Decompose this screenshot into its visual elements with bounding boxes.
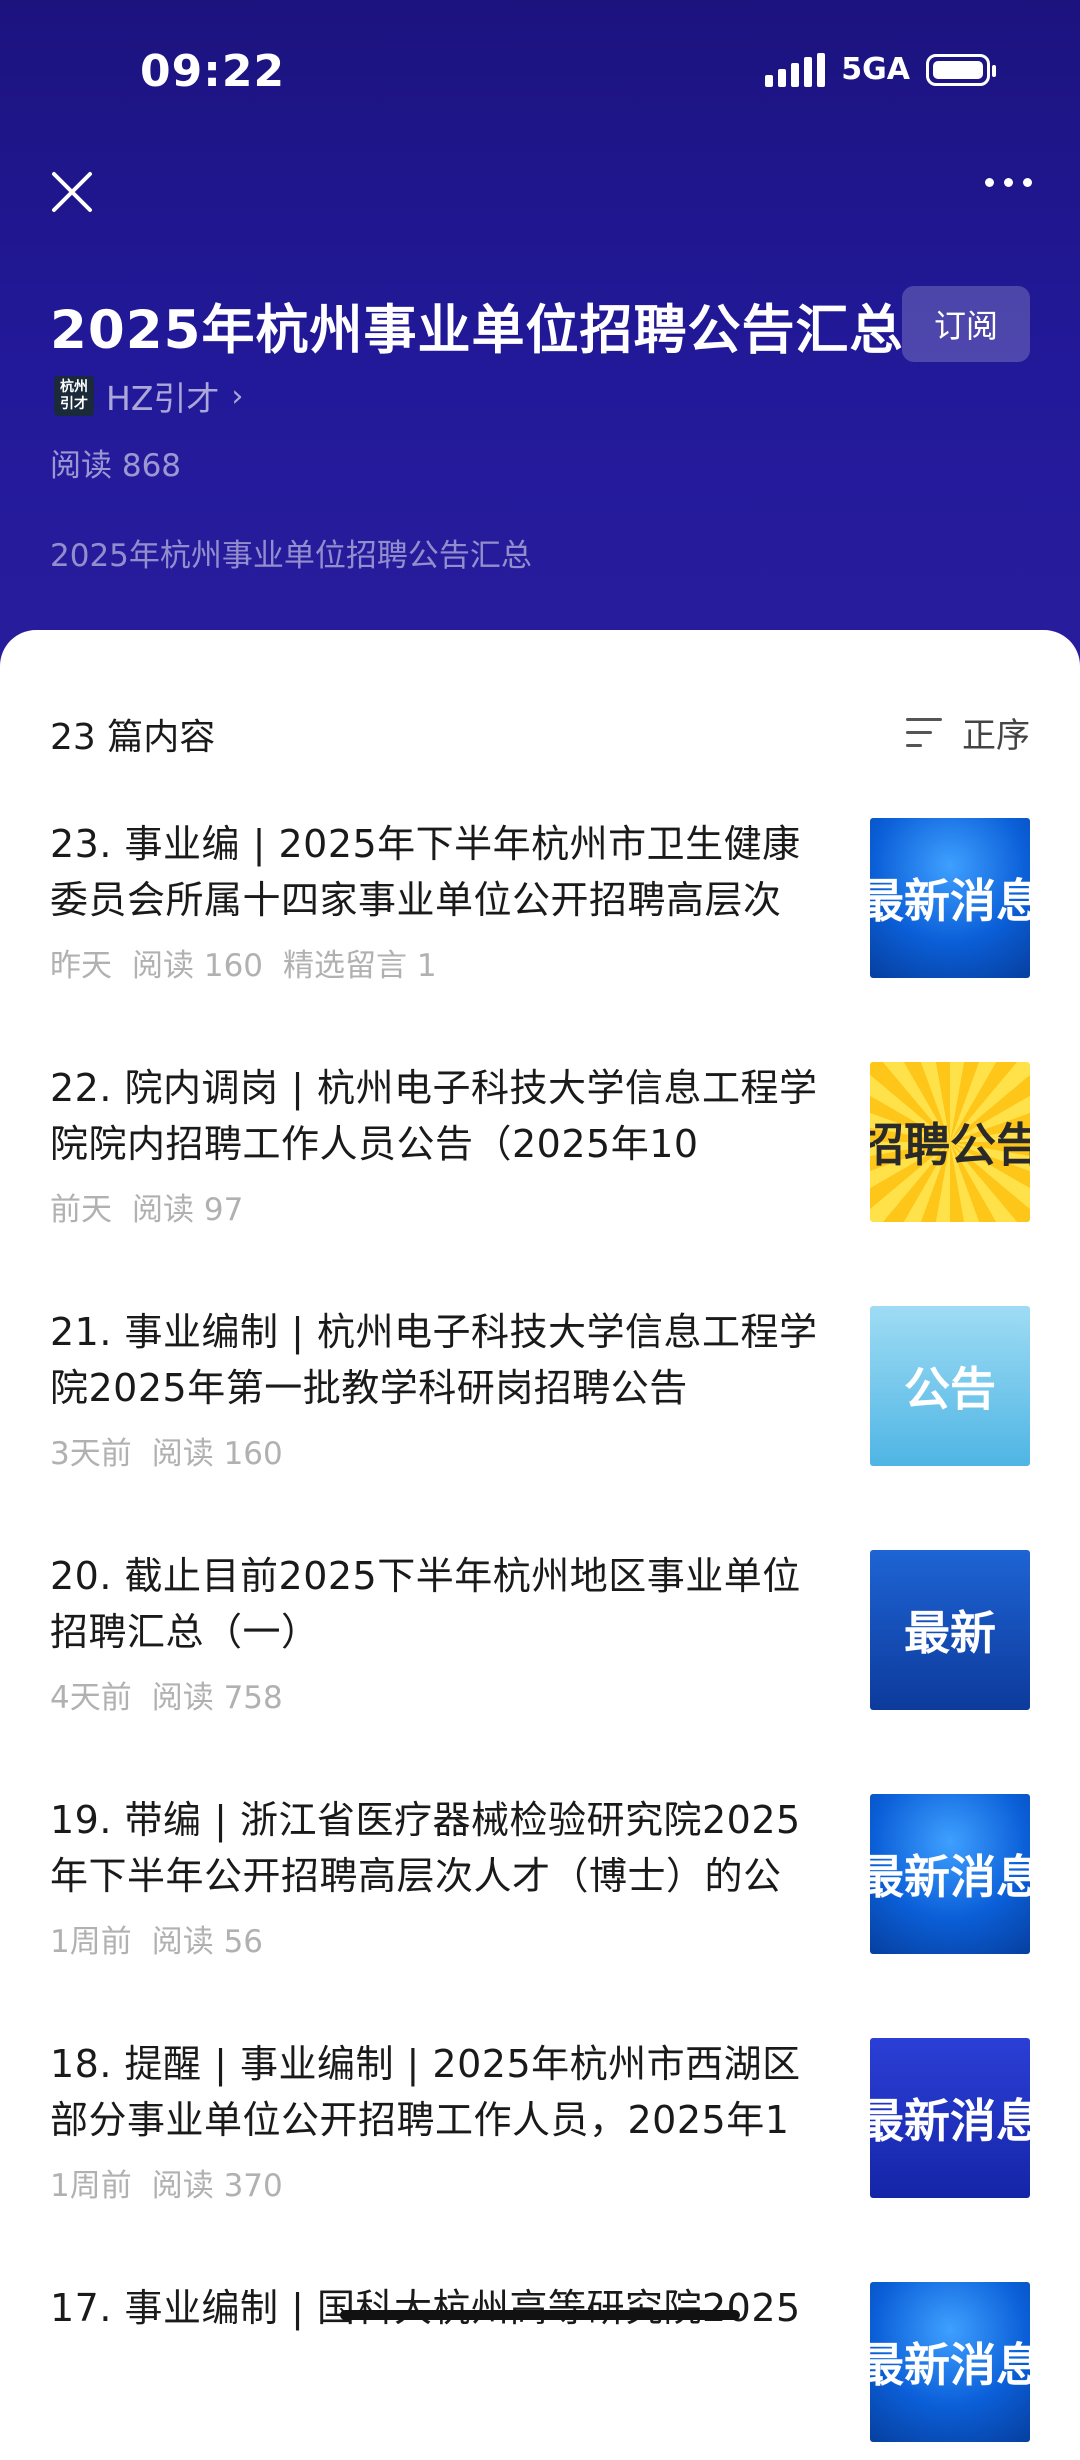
status-bar-right: 5GA [765, 52, 996, 87]
item-meta: 前天 阅读 97 [50, 1192, 244, 1228]
page-title: 2025年杭州事业单位招聘公告汇总 [50, 300, 904, 361]
close-icon[interactable] [48, 168, 96, 216]
item-title: 17. 事业编制 | 国科大杭州高等研究院2025 [50, 2286, 801, 2330]
sort-button[interactable]: 正序 [906, 708, 1030, 757]
network-label: 5GA [841, 52, 910, 87]
list-item[interactable]: 17. 事业编制 | 国科大杭州高等研究院2025 最新消息 [50, 2280, 1030, 2460]
subscribe-button[interactable]: 订阅 [902, 286, 1030, 362]
item-thumbnail: 最新消息 [870, 1794, 1030, 1954]
item-thumbnail: 最新 [870, 1550, 1030, 1710]
list-item[interactable]: 20. 截止目前2025下半年杭州地区事业单位招聘汇总（一） 4天前 阅读 758… [50, 1548, 1030, 1728]
item-thumbnail: 最新消息 [870, 2282, 1030, 2442]
status-time: 09:22 [140, 46, 286, 97]
item-title: 19. 带编 | 浙江省医疗器械检验研究院2025年下半年公开招聘高层次人才（博… [50, 1798, 801, 1898]
list-item[interactable]: 18. 提醒 | 事业编制 | 2025年杭州市西湖区部分事业单位公开招聘工作人… [50, 2036, 1030, 2216]
item-thumbnail: 公告 [870, 1306, 1030, 1466]
item-thumbnail: 招聘公告 [870, 1062, 1030, 1222]
list-item[interactable]: 19. 带编 | 浙江省医疗器械检验研究院2025年下半年公开招聘高层次人才（博… [50, 1792, 1030, 1972]
header-hero: 09:22 5GA 2025年杭州事业单位招聘公告汇总 订阅 杭州 引才 HZ引… [0, 0, 1080, 680]
author-name: HZ引才 [106, 379, 220, 418]
list-item[interactable]: 21. 事业编制 | 杭州电子科技大学信息工程学院2025年第一批教学科研岗招聘… [50, 1304, 1030, 1484]
item-thumbnail: 最新消息 [870, 818, 1030, 978]
more-icon[interactable] [985, 178, 1032, 187]
item-title: 21. 事业编制 | 杭州电子科技大学信息工程学院2025年第一批教学科研岗招聘… [50, 1310, 818, 1410]
item-title: 23. 事业编 | 2025年下半年杭州市卫生健康委员会所属十四家事业单位公开招… [50, 822, 801, 922]
sort-icon [906, 716, 946, 750]
battery-icon [926, 53, 996, 86]
author-link[interactable]: 杭州 引才 HZ引才 › [54, 372, 243, 420]
chevron-right-icon: › [231, 378, 244, 414]
sort-label: 正序 [962, 716, 1030, 756]
home-indicator [340, 2310, 740, 2320]
item-meta: 3天前 阅读 160 [50, 1436, 283, 1472]
item-title: 22. 院内调岗 | 杭州电子科技大学信息工程学院院内招聘工作人员公告（2025… [50, 1066, 818, 1166]
item-meta: 1周前 阅读 56 [50, 1924, 264, 1960]
item-meta: 1周前 阅读 370 [50, 2168, 283, 2204]
article-count: 23 篇内容 [50, 717, 216, 758]
content-sheet: 23 篇内容 正序 23. 事业编 | 2025年下半年杭州市卫生健康委员会所属… [0, 630, 1080, 2442]
signal-icon [765, 52, 826, 87]
read-count: 阅读 868 [50, 448, 182, 484]
item-title: 18. 提醒 | 事业编制 | 2025年杭州市西湖区部分事业单位公开招聘工作人… [50, 2042, 801, 2142]
author-logo: 杭州 引才 [54, 376, 94, 416]
collection-description: 2025年杭州事业单位招聘公告汇总 [50, 538, 532, 574]
item-meta: 昨天 阅读 160 精选留言 1 [50, 948, 437, 984]
item-meta: 4天前 阅读 758 [50, 1680, 283, 1716]
list-item[interactable]: 22. 院内调岗 | 杭州电子科技大学信息工程学院院内招聘工作人员公告（2025… [50, 1060, 1030, 1240]
list-item[interactable]: 23. 事业编 | 2025年下半年杭州市卫生健康委员会所属十四家事业单位公开招… [50, 816, 1030, 996]
item-title: 20. 截止目前2025下半年杭州地区事业单位招聘汇总（一） [50, 1554, 801, 1654]
item-thumbnail: 最新消息 [870, 2038, 1030, 2198]
